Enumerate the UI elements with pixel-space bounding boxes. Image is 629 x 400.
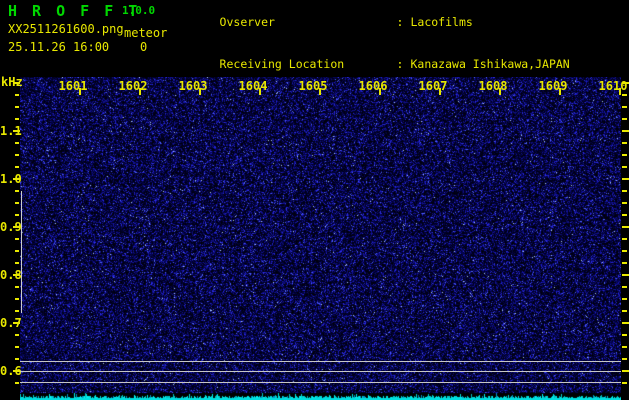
y-tick-minor bbox=[15, 298, 19, 300]
y-tick-minor-right bbox=[622, 166, 627, 168]
y-tick-major-right bbox=[622, 226, 629, 228]
y-tick-minor bbox=[15, 262, 19, 264]
y-tick-major-right bbox=[622, 178, 629, 180]
y-tick-minor bbox=[15, 94, 19, 96]
x-tick-label: 1601 bbox=[58, 79, 88, 93]
x-tick-label: 1607 bbox=[418, 79, 448, 93]
y-tick-minor-right bbox=[622, 358, 627, 360]
y-tick-minor-right bbox=[622, 214, 627, 216]
x-tick-label: 1602 bbox=[118, 79, 148, 93]
y-tick-major-right bbox=[622, 370, 629, 372]
y-tick-minor bbox=[15, 346, 19, 348]
y-tick-minor bbox=[15, 214, 19, 216]
y-tick-label: 0.6 bbox=[0, 364, 22, 378]
y-tick-minor-right bbox=[622, 154, 627, 156]
y-tick-minor bbox=[15, 310, 19, 312]
y-tick-minor bbox=[15, 166, 19, 168]
y-tick-minor bbox=[15, 250, 19, 252]
y-tick-minor bbox=[15, 358, 19, 360]
x-tick-label: 1606 bbox=[358, 79, 388, 93]
y-tick-minor bbox=[15, 382, 19, 384]
frequency-marker-line bbox=[21, 191, 22, 313]
y-tick-minor-right bbox=[622, 190, 627, 192]
y-tick-minor-right bbox=[622, 298, 627, 300]
spectrogram-canvas bbox=[20, 77, 621, 400]
noise-reference-line-1 bbox=[20, 361, 621, 362]
y-tick-minor-right bbox=[622, 286, 627, 288]
hrofft-window: H R O F F T 1.0.0 XX2511261600.png meteo… bbox=[0, 0, 629, 400]
y-tick-minor bbox=[15, 238, 19, 240]
y-tick-minor-right bbox=[622, 202, 627, 204]
x-tick-label: 1608 bbox=[478, 79, 508, 93]
y-tick-minor-right bbox=[622, 118, 627, 120]
y-tick-label: 0.9 bbox=[0, 220, 22, 234]
y-tick-minor bbox=[15, 142, 19, 144]
y-tick-label: 0.7 bbox=[0, 316, 22, 330]
y-tick-minor bbox=[15, 202, 19, 204]
y-tick-major-right bbox=[622, 130, 629, 132]
y-tick-label: 1.0 bbox=[0, 172, 22, 186]
y-tick-minor bbox=[15, 106, 19, 108]
y-tick-major-right bbox=[622, 322, 629, 324]
y-tick-minor bbox=[15, 286, 19, 288]
y-tick-minor-right bbox=[622, 346, 627, 348]
y-tick-minor-right bbox=[622, 250, 627, 252]
x-tick-label: 1604 bbox=[238, 79, 268, 93]
y-tick-label: 0.8 bbox=[0, 268, 22, 282]
y-tick-minor bbox=[15, 154, 19, 156]
y-tick-minor-right bbox=[622, 334, 627, 336]
y-tick-minor-right bbox=[622, 382, 627, 384]
noise-reference-line-2 bbox=[20, 371, 621, 372]
y-tick-minor-right bbox=[622, 106, 627, 108]
x-tick-label: 1609 bbox=[538, 79, 568, 93]
y-tick-minor-right bbox=[622, 262, 627, 264]
x-tick-label: 1610 bbox=[598, 79, 628, 93]
y-tick-major bbox=[13, 82, 20, 84]
spectrogram-area: kHz 1.1 1.0 0.9 0.8 0.7 0.6 1601 1602 1603 1604 16… bbox=[0, 0, 629, 400]
y-tick-minor-right bbox=[622, 238, 627, 240]
y-tick-minor-right bbox=[622, 142, 627, 144]
noise-reference-line-3 bbox=[20, 382, 621, 383]
y-tick-label: 1.1 bbox=[0, 124, 22, 138]
x-tick-label: 1603 bbox=[178, 79, 208, 93]
y-tick-minor-right bbox=[622, 94, 627, 96]
y-tick-minor bbox=[15, 190, 19, 192]
x-tick-label: 1605 bbox=[298, 79, 328, 93]
y-tick-major-right bbox=[622, 274, 629, 276]
y-tick-minor bbox=[15, 334, 19, 336]
y-tick-minor-right bbox=[622, 310, 627, 312]
y-tick-minor bbox=[15, 118, 19, 120]
